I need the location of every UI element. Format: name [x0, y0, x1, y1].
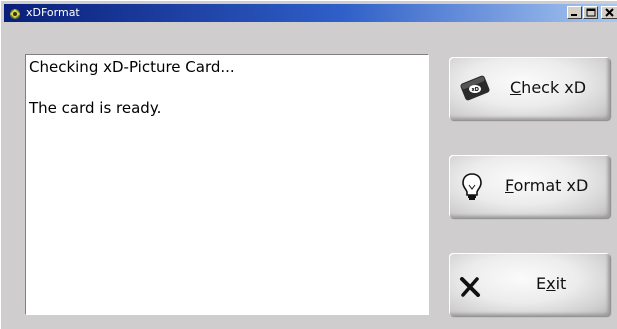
check-xd-label: Check xD: [510, 78, 587, 97]
window-title: xDFormat: [26, 6, 80, 19]
xd-card-icon: xD: [459, 73, 491, 108]
xd-app-icon[interactable]: [8, 6, 22, 20]
check-xd-button[interactable]: xD Check xD: [449, 57, 610, 120]
format-xd-button[interactable]: Format xD: [449, 155, 610, 218]
title-bar[interactable]: xDFormat: [4, 4, 617, 22]
status-message-ready: The card is ready.: [29, 99, 162, 117]
format-xd-label: Format xD: [505, 176, 589, 195]
exit-button[interactable]: Exit: [449, 253, 610, 316]
minimize-button[interactable]: [567, 6, 582, 19]
svg-text:xD: xD: [472, 87, 479, 93]
status-message-checking: Checking xD-Picture Card...: [29, 58, 235, 76]
close-button[interactable]: [601, 6, 617, 19]
status-message-panel: Checking xD-Picture Card... The card is …: [25, 54, 429, 315]
exit-label: Exit: [536, 274, 567, 293]
app-window: xDFormat Checking xD-Picture Card... The…: [0, 0, 617, 329]
lightbulb-icon: [461, 172, 483, 207]
x-mark-icon: [459, 277, 481, 302]
maximize-button[interactable]: [583, 6, 598, 19]
